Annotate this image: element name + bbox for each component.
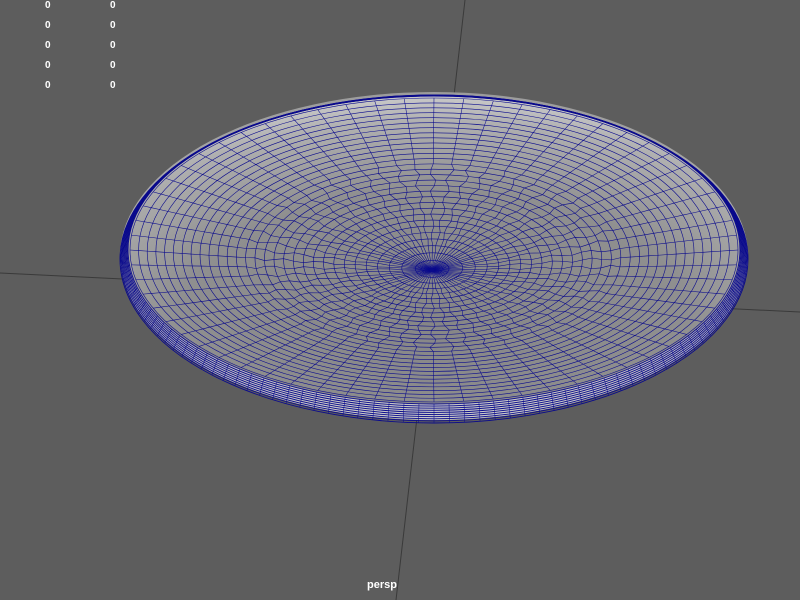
camera-name-label: persp — [367, 579, 397, 591]
hud-value: 0 — [110, 20, 116, 31]
hud-row: 0 0 — [0, 0, 140, 14]
perspective-viewport[interactable]: 0 0 0 0 0 0 0 0 0 0 persp — [0, 0, 800, 600]
hud-value: 0 — [45, 40, 51, 51]
hud-value: 0 — [45, 80, 51, 91]
hud-value: 0 — [45, 0, 51, 11]
hud-value: 0 — [110, 40, 116, 51]
bowl-mesh[interactable] — [119, 92, 749, 424]
hud-value: 0 — [110, 60, 116, 71]
hud-value: 0 — [45, 20, 51, 31]
hud-row: 0 0 — [0, 80, 140, 94]
hud-row: 0 0 — [0, 20, 140, 34]
hud-row: 0 0 — [0, 40, 140, 54]
hud-value: 0 — [110, 80, 116, 91]
hud-value: 0 — [110, 0, 116, 11]
hud-row: 0 0 — [0, 60, 140, 74]
bowl-center-vertex — [429, 267, 435, 273]
hud-value: 0 — [45, 60, 51, 71]
